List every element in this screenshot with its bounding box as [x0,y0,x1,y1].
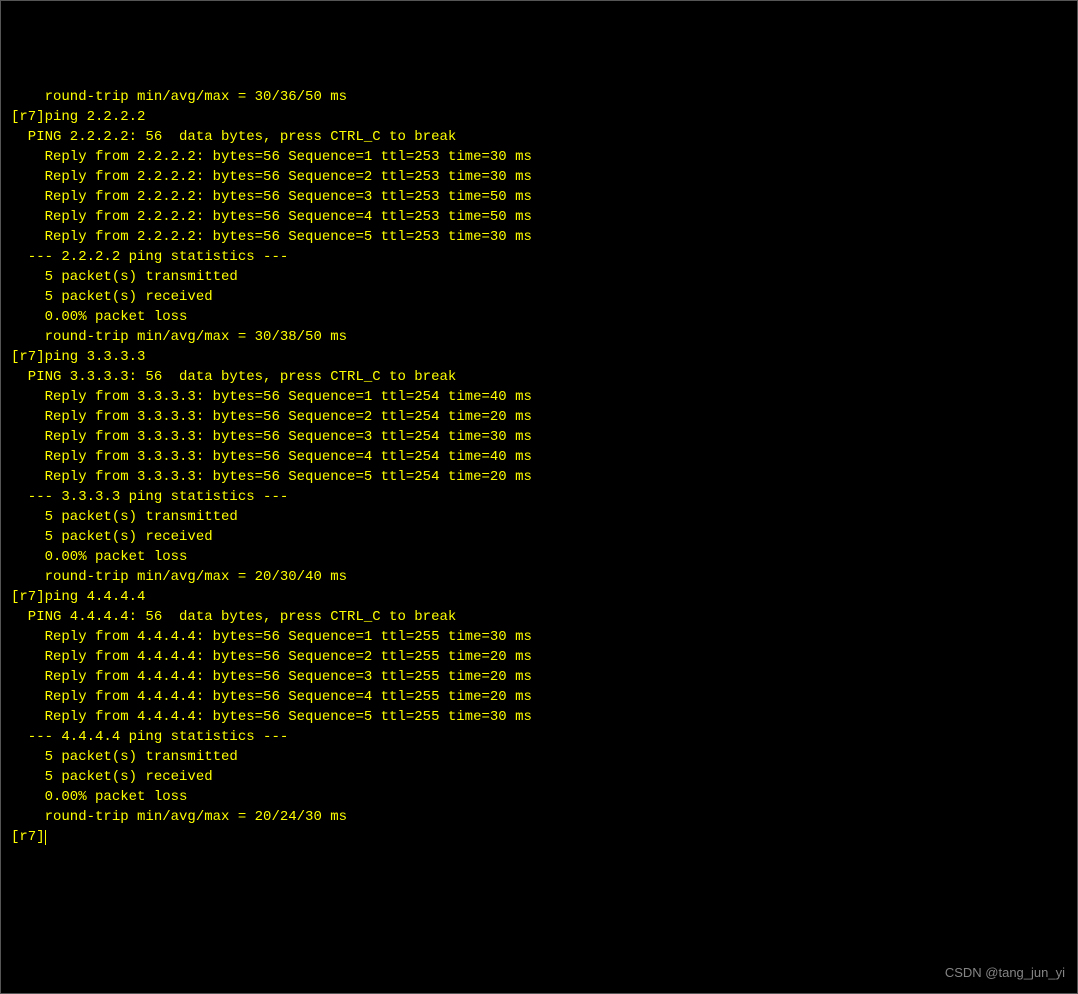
reply-line: Reply from 4.4.4.4: bytes=56 Sequence=2 … [11,647,1067,667]
received-line: 5 packet(s) received [11,767,1067,787]
ping-header-line: PING 2.2.2.2: 56 data bytes, press CTRL_… [11,127,1067,147]
terminal-output[interactable]: round-trip min/avg/max = 30/36/50 ms[r7]… [11,87,1067,847]
stats-header-line: --- 4.4.4.4 ping statistics --- [11,727,1067,747]
loss-line: 0.00% packet loss [11,547,1067,567]
transmitted-line: 5 packet(s) transmitted [11,747,1067,767]
transmitted-line: 5 packet(s) transmitted [11,507,1067,527]
reply-line: Reply from 4.4.4.4: bytes=56 Sequence=1 … [11,627,1067,647]
reply-line: Reply from 4.4.4.4: bytes=56 Sequence=5 … [11,707,1067,727]
reply-line: Reply from 2.2.2.2: bytes=56 Sequence=5 … [11,227,1067,247]
reply-line: Reply from 3.3.3.3: bytes=56 Sequence=2 … [11,407,1067,427]
reply-line: Reply from 2.2.2.2: bytes=56 Sequence=3 … [11,187,1067,207]
ping-header-line: PING 3.3.3.3: 56 data bytes, press CTRL_… [11,367,1067,387]
reply-line: Reply from 2.2.2.2: bytes=56 Sequence=1 … [11,147,1067,167]
reply-line: Reply from 3.3.3.3: bytes=56 Sequence=5 … [11,467,1067,487]
ping-command-line: [r7]ping 3.3.3.3 [11,347,1067,367]
reply-line: Reply from 2.2.2.2: bytes=56 Sequence=2 … [11,167,1067,187]
reply-line: Reply from 4.4.4.4: bytes=56 Sequence=4 … [11,687,1067,707]
rtt-line: round-trip min/avg/max = 30/38/50 ms [11,327,1067,347]
stats-header-line: --- 2.2.2.2 ping statistics --- [11,247,1067,267]
loss-line: 0.00% packet loss [11,307,1067,327]
cursor [45,830,46,845]
stats-header-line: --- 3.3.3.3 ping statistics --- [11,487,1067,507]
reply-line: Reply from 2.2.2.2: bytes=56 Sequence=4 … [11,207,1067,227]
loss-line: 0.00% packet loss [11,787,1067,807]
rtt-line: round-trip min/avg/max = 20/24/30 ms [11,807,1067,827]
received-line: 5 packet(s) received [11,527,1067,547]
rtt-line: round-trip min/avg/max = 20/30/40 ms [11,567,1067,587]
watermark: CSDN @tang_jun_yi [945,963,1065,983]
ping-command-line: [r7]ping 2.2.2.2 [11,107,1067,127]
transmitted-line: 5 packet(s) transmitted [11,267,1067,287]
reply-line: Reply from 4.4.4.4: bytes=56 Sequence=3 … [11,667,1067,687]
ping-command-line: [r7]ping 4.4.4.4 [11,587,1067,607]
prompt[interactable]: [r7] [11,827,1067,847]
rtt-summary-line: round-trip min/avg/max = 30/36/50 ms [11,87,1067,107]
reply-line: Reply from 3.3.3.3: bytes=56 Sequence=3 … [11,427,1067,447]
ping-header-line: PING 4.4.4.4: 56 data bytes, press CTRL_… [11,607,1067,627]
received-line: 5 packet(s) received [11,287,1067,307]
reply-line: Reply from 3.3.3.3: bytes=56 Sequence=4 … [11,447,1067,467]
reply-line: Reply from 3.3.3.3: bytes=56 Sequence=1 … [11,387,1067,407]
